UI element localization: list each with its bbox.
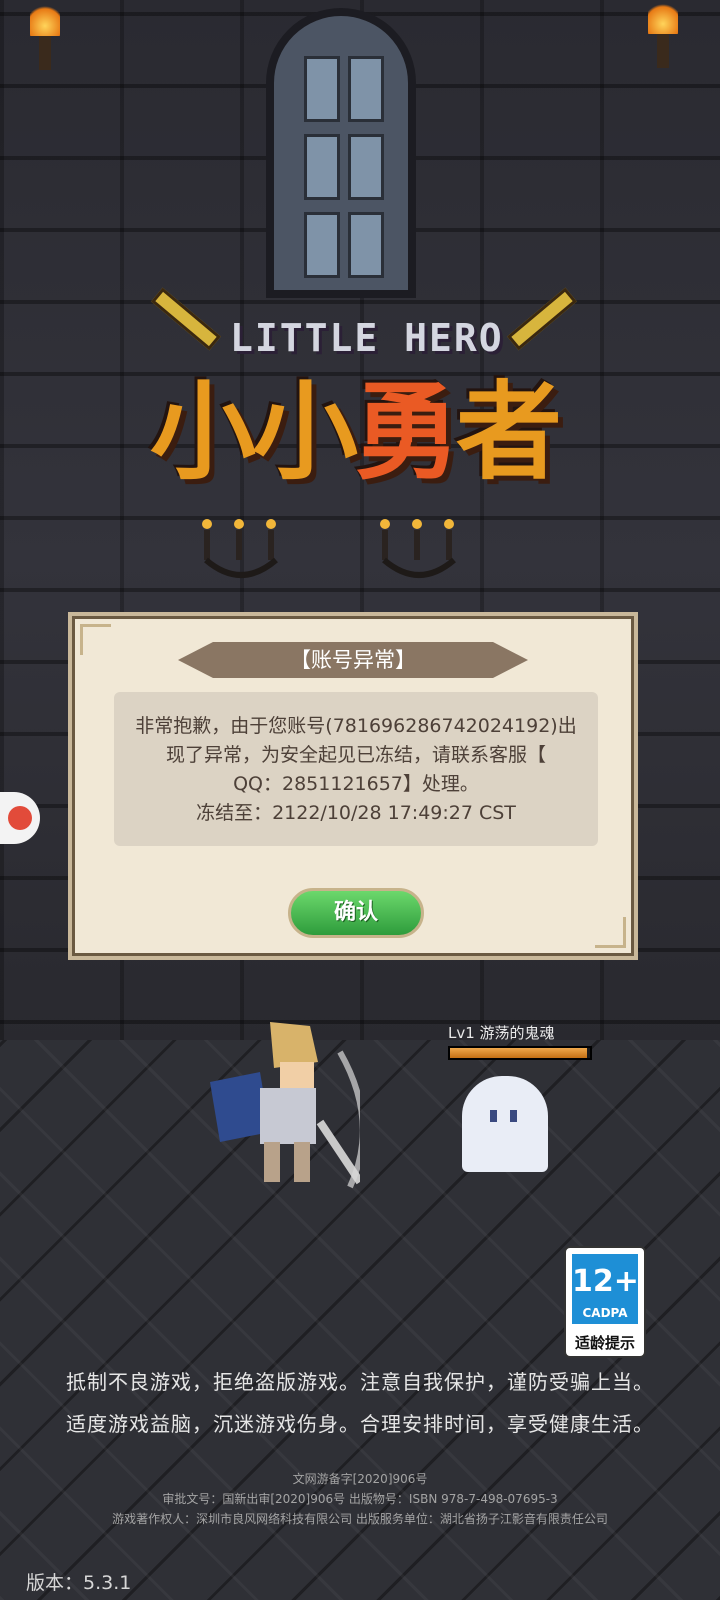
dialog-title: 【账号异常】 <box>178 642 528 678</box>
castle-window <box>266 8 416 298</box>
message-line: 现了异常，为安全起见已冻结，请联系客服【 <box>165 744 546 766</box>
hero-sprite <box>210 1022 360 1189</box>
game-logo: LITTLE HERO 小小勇者 <box>104 287 604 494</box>
sword-icon <box>151 287 221 351</box>
sword-icon <box>507 287 577 351</box>
freeze-until-text: 冻结至：2122/10/28 17:49:27 CST <box>196 802 516 824</box>
age-rating-badge: 12+ CADPA 适龄提示 <box>564 1246 646 1358</box>
health-notice-line: 抵制不良游戏，拒绝盗版游戏。注意自我保护，谨防受骗上当。 <box>66 1370 654 1394</box>
ghost-sprite <box>462 1076 548 1172</box>
candelabra-icon <box>202 519 278 578</box>
account-abnormal-dialog: 【账号异常】 非常抱歉，由于您账号(781696286742024192)出 现… <box>68 612 638 960</box>
torch-icon <box>648 0 682 70</box>
version-label: 版本：5.3.1 <box>26 1572 132 1594</box>
legal-text: 文网游备字[2020]906号 <box>292 1472 428 1486</box>
logo-chinese-text: 小小勇者 <box>150 371 562 494</box>
enemy-name-label: Lv1 游荡的鬼魂 <box>448 1024 555 1042</box>
health-notice-line: 适度游戏益脑，沉迷游戏伤身。合理安排时间，享受健康生活。 <box>66 1412 654 1436</box>
candelabra-icon <box>380 519 456 578</box>
age-rating-org: CADPA <box>582 1306 628 1320</box>
legal-text: 审批文号：国新出审[2020]906号 出版物号：ISBN 978-7-498-… <box>162 1492 558 1506</box>
message-line: QQ：2851121657】处理。 <box>233 773 479 795</box>
enemy-hp-bar <box>448 1046 592 1060</box>
torch-icon <box>30 2 64 72</box>
enemy-hp-fill <box>450 1048 588 1058</box>
confirm-button[interactable]: 确认 <box>288 888 424 938</box>
message-line: 非常抱歉，由于您账号(781696286742024192)出 <box>135 715 577 737</box>
legal-text: 游戏著作权人：深圳市良风网络科技有限公司 出版服务单位：湖北省扬子江影音有限责任… <box>112 1512 608 1526</box>
dialog-message: 非常抱歉，由于您账号(781696286742024192)出 现了异常，为安全… <box>114 692 598 846</box>
age-rating-tip: 适龄提示 <box>574 1334 635 1352</box>
